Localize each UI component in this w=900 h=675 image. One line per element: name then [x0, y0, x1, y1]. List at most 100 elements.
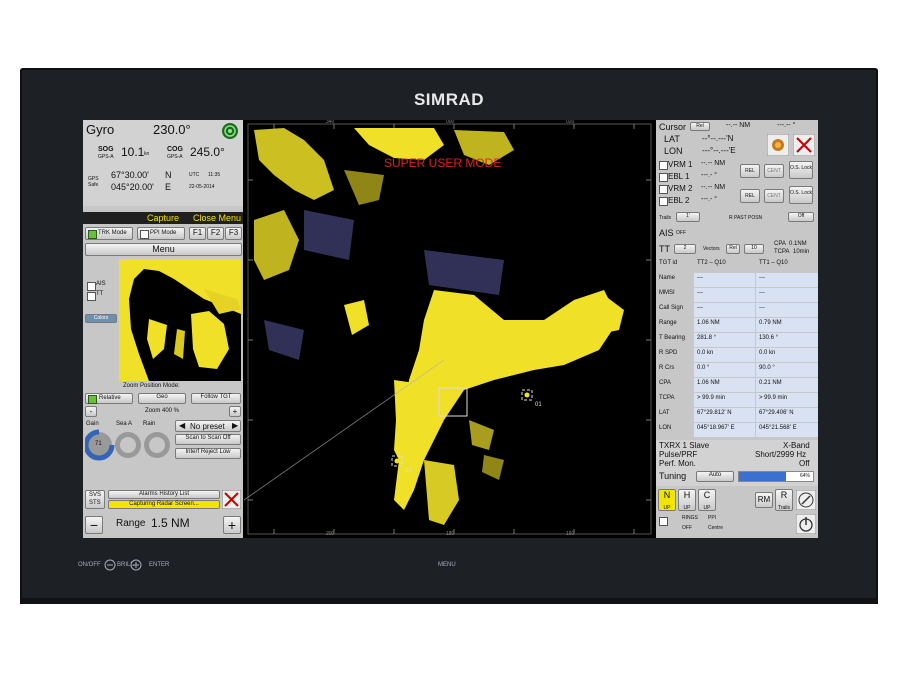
bearing-340: 340: [326, 120, 335, 125]
relative-check-icon: [88, 395, 97, 404]
menu-button[interactable]: Menu: [85, 243, 242, 256]
table-cell-tt2: 281.8 °: [694, 333, 755, 347]
cursor-off-icon[interactable]: [793, 134, 815, 156]
tt-check[interactable]: [87, 292, 96, 301]
rm-button[interactable]: RM: [755, 492, 773, 508]
table-cell-tt2: ---: [694, 288, 755, 302]
ebl2-check[interactable]: [659, 197, 668, 206]
table-row-label: TCPA: [656, 393, 694, 407]
menu-bezel-button[interactable]: MENU: [438, 562, 456, 568]
brand-logo: SIMRAD: [413, 90, 485, 109]
head-up-button[interactable]: H UP: [678, 489, 696, 511]
cpa-label: CPA: [774, 241, 786, 247]
table-row-label: MMSI: [656, 288, 694, 302]
tuning-auto-button[interactable]: Auto: [696, 471, 734, 482]
vrm2-cent-button[interactable]: CENT: [764, 189, 784, 203]
ppi-label: PPI: [708, 515, 717, 521]
vrm2-os-lock-button[interactable]: O.S. Lock: [789, 186, 813, 204]
radar-image[interactable]: [244, 120, 655, 538]
cursor-bearing: ---.-- °: [777, 122, 796, 129]
table-row-label: T Bearing: [656, 333, 694, 347]
table-cell-tt2: ---: [694, 273, 755, 287]
vectors-mode-button[interactable]: Rel: [726, 244, 740, 254]
ais-section-label: AIS: [659, 228, 674, 238]
rings-check[interactable]: [659, 517, 668, 526]
course-up-button[interactable]: C UP: [698, 489, 716, 511]
zoom-value: Zoom 400 %: [145, 408, 180, 414]
date: 22-05-2014: [189, 184, 215, 190]
enter-button[interactable]: ENTER: [149, 562, 169, 568]
vrm1-rel-button[interactable]: REL: [740, 164, 760, 178]
f3-button[interactable]: F3: [225, 227, 242, 240]
colors-button[interactable]: Colors: [85, 314, 117, 323]
vectors-minutes-select[interactable]: 10: [744, 244, 764, 254]
tuning-bar[interactable]: 64%: [738, 471, 814, 482]
trails-state-select[interactable]: Off: [788, 212, 814, 222]
zoom-plus-button[interactable]: +: [229, 406, 241, 417]
table-cell-tt1: ---: [756, 288, 818, 302]
brightness-icon[interactable]: [767, 134, 789, 156]
zoom-minus-button[interactable]: -: [85, 406, 97, 417]
tt-count: 2: [674, 244, 696, 254]
perf-mon-label: Perf. Mon.: [659, 459, 696, 468]
rain-label: Rain: [143, 421, 156, 427]
table-cell-tt1: 0.21 NM: [756, 378, 818, 392]
preset-selector[interactable]: ◀ No preset ▶: [175, 420, 241, 432]
r-trails-button[interactable]: R Trails: [775, 489, 793, 511]
ebl1-value: ---.- °: [701, 172, 718, 179]
radar-ppi[interactable]: SUPER USER MODE 01 02 340 000 020 200 18…: [244, 120, 655, 538]
table-cell-tt2: 1.06 NM: [694, 318, 755, 332]
txrx-panel: TXRX 1 Slave X-Band Pulse/PRF Short/2999…: [656, 440, 818, 486]
standby-icon[interactable]: [796, 514, 816, 534]
target-table: TGT id TT2 – Q10 TT1 – Q10 Name --- --- MMSI --…: [656, 258, 818, 438]
brill-minus-icon[interactable]: [104, 559, 116, 571]
onoff-button[interactable]: ON/OFF: [78, 562, 101, 568]
bearing-000: 000: [446, 120, 455, 125]
ais-check[interactable]: [87, 282, 96, 291]
gps-lon-hem: E: [165, 182, 172, 192]
compass-icon[interactable]: [796, 490, 816, 510]
zoom-mode-title: Zoom Position Mode:: [123, 383, 180, 389]
trails-length-select[interactable]: 1': [676, 212, 700, 222]
alarm-mute-icon[interactable]: [222, 490, 241, 509]
north-up-button[interactable]: N UP: [658, 489, 676, 511]
range-plus-button[interactable]: +: [223, 516, 241, 534]
close-menu-button[interactable]: Close Menu: [193, 213, 241, 223]
vrm1-cent-button[interactable]: CENT: [764, 164, 784, 178]
cursor-mode-button[interactable]: Rel: [690, 122, 710, 131]
tuning-label: Tuning: [659, 471, 687, 481]
vrm1-check[interactable]: [659, 161, 668, 170]
range-minus-button[interactable]: −: [85, 516, 103, 534]
follow-tgt-button[interactable]: Follow TGT: [191, 393, 241, 404]
svs-sts-button[interactable]: SVS STS: [85, 490, 105, 509]
txrx-label: TXRX 1 Slave: [659, 441, 710, 450]
vrm1-os-lock-button[interactable]: O.S. Lock: [789, 161, 813, 179]
table-cell-tt2: 0.0 kn: [694, 348, 755, 362]
brill-plus-icon[interactable]: [130, 559, 142, 571]
scan-to-scan-button[interactable]: Scan to Scan Off: [175, 434, 241, 445]
vrm2-rel-button[interactable]: REL: [740, 189, 760, 203]
vrm1-value: --.-- NM: [701, 160, 726, 167]
table-cell-tt2: 1.06 NM: [694, 378, 755, 392]
cog-sub: GPS-A: [167, 154, 183, 160]
table-cell-tt2: > 99.9 min: [694, 393, 755, 407]
rings-state: OFF: [682, 525, 692, 531]
ppi-mode-button[interactable]: PPI Mode: [137, 227, 185, 240]
gps-safe-label: Safe: [88, 182, 99, 188]
trk-mode-button[interactable]: TRK Mode: [85, 227, 133, 240]
tt-section-label: TT: [659, 244, 670, 254]
geo-button[interactable]: Geo: [138, 393, 186, 404]
sog-value: 10.1: [121, 145, 145, 159]
f2-button[interactable]: F2: [207, 227, 224, 240]
f1-button[interactable]: F1: [189, 227, 206, 240]
ebl1-check[interactable]: [659, 173, 668, 182]
capture-button[interactable]: Capture: [147, 213, 179, 223]
vrm2-check[interactable]: [659, 185, 668, 194]
relative-button[interactable]: Relative: [85, 393, 133, 404]
gyro-status-icon: [222, 123, 238, 139]
alarms-history-button[interactable]: Alarms History List: [108, 490, 220, 499]
table-cell-tt1: 67°29.406' N: [756, 408, 818, 422]
interf-reject-button[interactable]: Interf Reject Low: [175, 448, 241, 459]
utc-label: UTC: [189, 172, 200, 178]
table-header-tgt-id: TGT id: [656, 258, 694, 272]
